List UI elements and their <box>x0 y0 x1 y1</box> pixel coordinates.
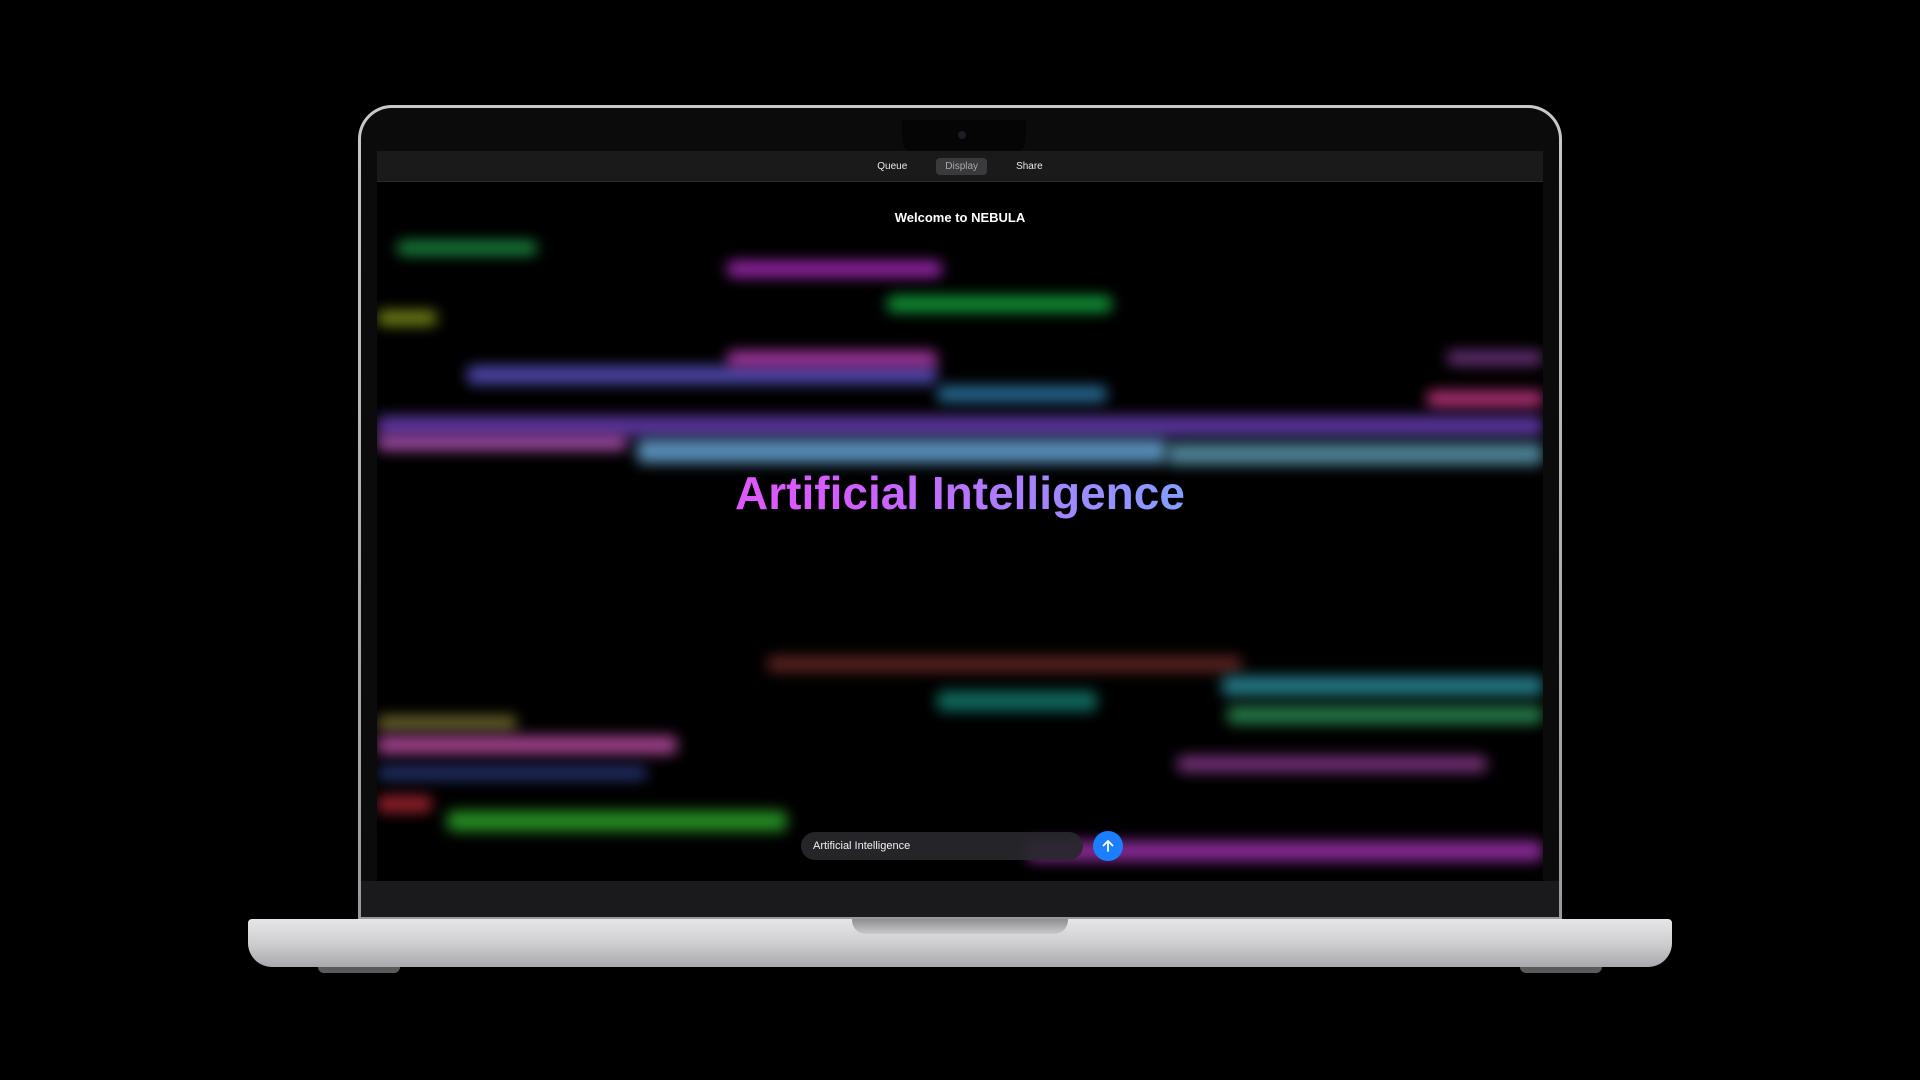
laptop-lid: Queue Display Share Welcome to NEBULA Ar… <box>358 105 1562 920</box>
laptop-bezel: Queue Display Share Welcome to NEBULA Ar… <box>361 108 1559 917</box>
camera-icon <box>958 131 966 139</box>
blur-streak <box>937 386 1107 402</box>
blur-streak <box>1427 391 1543 407</box>
stage: Queue Display Share Welcome to NEBULA Ar… <box>0 0 1920 1080</box>
blur-streak <box>377 766 647 780</box>
blur-streak <box>397 241 537 255</box>
blur-streak <box>377 416 1543 436</box>
blur-streak <box>767 656 1242 672</box>
blur-streak <box>377 796 432 812</box>
blur-streak <box>467 366 937 384</box>
welcome-title: Welcome to NEBULA <box>894 210 1026 225</box>
send-button[interactable] <box>1093 831 1123 861</box>
app-screen: Queue Display Share Welcome to NEBULA Ar… <box>377 151 1543 881</box>
blur-streak <box>1447 351 1543 365</box>
laptop-base <box>248 919 1672 967</box>
tab-share[interactable]: Share <box>1007 158 1052 175</box>
arrow-up-icon <box>1102 840 1114 852</box>
blur-streak <box>377 311 437 325</box>
laptop-foot-left <box>318 967 400 973</box>
prompt-input[interactable] <box>811 839 1083 853</box>
display-chin <box>361 881 1559 917</box>
tab-display[interactable]: Display <box>936 157 988 175</box>
blur-streak <box>377 436 627 450</box>
opening-notch <box>852 919 1068 934</box>
blur-streak <box>447 811 787 831</box>
blurred-text-background <box>377 181 1543 881</box>
blur-streak <box>377 736 677 754</box>
blur-streak <box>727 351 937 367</box>
blur-streak <box>1227 706 1543 724</box>
blur-streak <box>887 296 1112 312</box>
tab-queue[interactable]: Queue <box>868 158 916 175</box>
blur-streak <box>937 691 1097 711</box>
camera-notch <box>902 120 1026 152</box>
blur-streak <box>727 261 942 277</box>
blur-streak <box>377 716 517 730</box>
laptop-foot-right <box>1520 967 1602 973</box>
blur-streak <box>1167 443 1543 465</box>
blur-streak <box>1177 756 1487 772</box>
prompt-field[interactable] <box>801 832 1083 860</box>
headline: Artificial Intelligence <box>377 466 1543 520</box>
blur-streak <box>637 439 1167 463</box>
toolbar: Queue Display Share <box>377 151 1543 182</box>
blur-streak <box>1222 676 1543 696</box>
